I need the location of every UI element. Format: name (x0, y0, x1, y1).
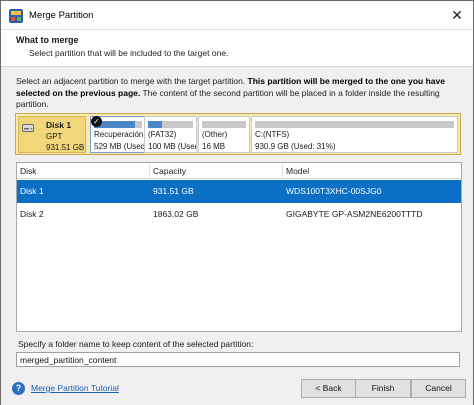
cell-model: WDS100T3XHC-00SJG0 (286, 186, 382, 196)
tutorial-link[interactable]: Merge Partition Tutorial (31, 383, 119, 393)
selected-check-icon: ✓ (91, 116, 102, 127)
app-icon (9, 9, 23, 23)
step-subtitle: Select partition that will be included t… (29, 48, 229, 58)
usage-fill (202, 121, 246, 128)
cell-model: GIGABYTE GP-ASM2NE6200TTTD (286, 209, 423, 219)
merge-partition-window: Merge Partition ✕ What to merge Select p… (0, 0, 474, 405)
folder-name-label: Specify a folder name to keep content of… (18, 339, 254, 349)
usage-bar (148, 121, 193, 128)
partition-fat32[interactable]: (FAT32) 100 MB (Used: (144, 116, 197, 153)
disk-name: Disk 1 (46, 120, 72, 130)
table-header: Disk Capacity Model (17, 163, 461, 179)
back-button[interactable]: < Back (301, 379, 356, 398)
wizard-footer: ? Merge Partition Tutorial < Back Finish… (1, 373, 473, 405)
cell-capacity: 1863.02 GB (153, 209, 199, 219)
partition-size: 529 MB (Used: (94, 142, 146, 151)
disk-summary[interactable]: Disk 1 GPT 931.51 GB (18, 116, 86, 153)
merge-description: Select an adjacent partition to merge wi… (16, 76, 464, 111)
usage-fill (255, 121, 317, 128)
table-row[interactable]: Disk 1 931.51 GB WDS100T3XHC-00SJG0 (17, 180, 461, 203)
partition-name: (Other) (202, 130, 228, 139)
wizard-header: What to merge Select partition that will… (1, 30, 473, 67)
usage-fill (148, 121, 162, 128)
column-header-disk[interactable]: Disk (17, 163, 150, 179)
cancel-button[interactable]: Cancel (411, 379, 466, 398)
partition-size: 100 MB (Used: (148, 142, 197, 151)
disk-table: Disk Capacity Model Disk 1 931.51 GB WDS… (16, 162, 462, 332)
column-header-model[interactable]: Model (283, 163, 461, 179)
finish-button[interactable]: Finish (355, 379, 411, 398)
disk-type: GPT (46, 132, 63, 141)
disk-size: 931.51 GB (46, 143, 85, 152)
partition-name: (FAT32) (148, 130, 177, 139)
partition-name: Recuperación (94, 130, 144, 139)
step-title: What to merge (16, 35, 79, 45)
disk-map: Disk 1 GPT 931.51 GB ✓ Recuperación 529 … (15, 113, 461, 155)
partition-name: C:(NTFS) (255, 130, 290, 139)
title-bar: Merge Partition ✕ (1, 1, 473, 30)
partition-size: 930.9 GB (Used: 31%) (255, 142, 336, 151)
help-icon[interactable]: ? (12, 382, 25, 395)
usage-bar (255, 121, 454, 128)
partition-c-ntfs[interactable]: C:(NTFS) 930.9 GB (Used: 31%) (251, 116, 458, 153)
window-title: Merge Partition (29, 10, 94, 21)
cell-disk: Disk 1 (20, 186, 44, 196)
partition-other[interactable]: (Other) 16 MB (198, 116, 250, 153)
column-header-capacity[interactable]: Capacity (150, 163, 283, 179)
folder-name-input[interactable] (16, 352, 460, 367)
hard-disk-icon (22, 124, 34, 132)
usage-bar (202, 121, 246, 128)
description-text: Select an adjacent partition to merge wi… (16, 76, 248, 86)
table-row[interactable]: Disk 2 1863.02 GB GIGABYTE GP-ASM2NE6200… (17, 203, 461, 226)
cell-disk: Disk 2 (20, 209, 44, 219)
close-icon[interactable]: ✕ (449, 7, 465, 23)
partition-size: 16 MB (202, 142, 226, 151)
cell-capacity: 931.51 GB (153, 186, 194, 196)
